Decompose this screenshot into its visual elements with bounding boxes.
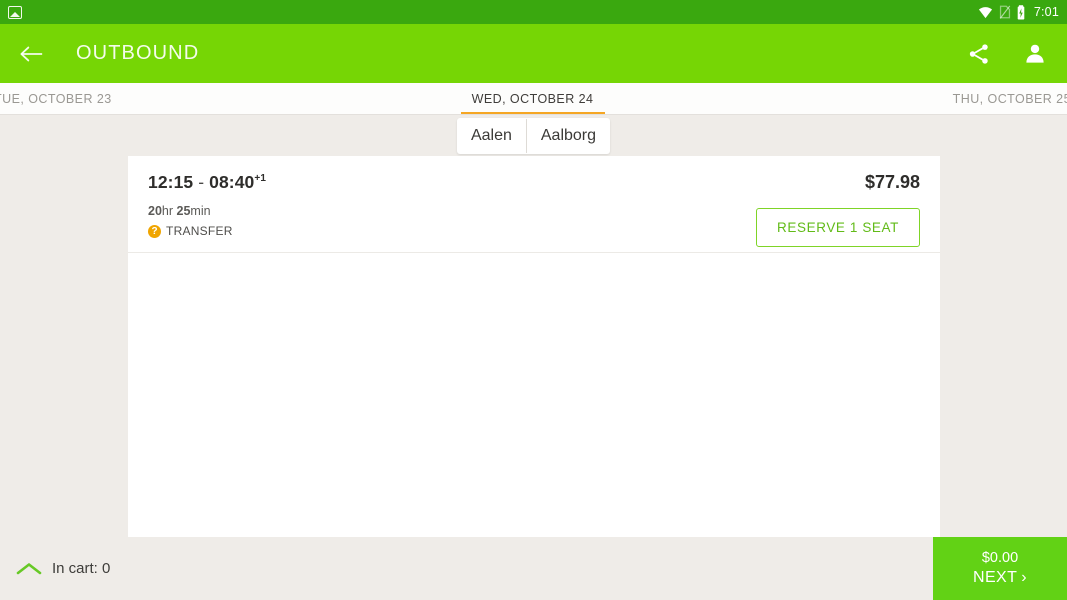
share-icon[interactable] xyxy=(965,40,993,68)
date-tab-next[interactable]: THU, OCTOBER 25 xyxy=(712,92,1067,114)
no-sim-signal-icon xyxy=(999,5,1011,19)
trip-card-header: 12:15 - 08:40+1 $77.98 xyxy=(148,172,920,193)
chevron-right-icon: › xyxy=(1021,568,1027,586)
battery-charging-icon xyxy=(1017,4,1025,20)
status-bar: 7:01 xyxy=(0,0,1067,24)
card-divider xyxy=(128,252,940,253)
status-bar-clock: 7:01 xyxy=(1033,5,1059,19)
next-total-price: $0.00 xyxy=(981,550,1019,567)
cart-summary[interactable]: In cart: 0 xyxy=(0,560,110,577)
screenshot-image-icon xyxy=(8,5,22,19)
app-root: 7:01 OUTBOUND TUE, OCTOBER 23 WED, OCTOB… xyxy=(0,0,1067,600)
chevron-up-icon[interactable] xyxy=(16,561,42,577)
account-person-icon[interactable] xyxy=(1021,40,1049,68)
bottom-bar: In cart: 0 $0.00 NEXT › xyxy=(0,537,1067,600)
question-mark-icon: ? xyxy=(148,224,161,238)
date-tab-bar: TUE, OCTOBER 23 WED, OCTOBER 24 THU, OCT… xyxy=(0,83,1067,115)
back-arrow-icon[interactable] xyxy=(18,40,46,68)
page-title: OUTBOUND xyxy=(76,42,200,64)
route-origin: Aalen xyxy=(470,127,512,144)
route-destination: Aalborg xyxy=(540,127,597,144)
status-bar-system-icons: 7:01 xyxy=(978,4,1059,20)
app-bar-actions xyxy=(965,40,1049,68)
next-text: NEXT xyxy=(972,568,1018,586)
transfer-label: TRANSFER xyxy=(166,224,233,238)
route-chip-container: Aalen Aalborg xyxy=(0,118,1067,154)
trip-duration-hours: 20 xyxy=(148,204,162,218)
wifi-icon xyxy=(978,6,992,18)
route-chip[interactable]: Aalen Aalborg xyxy=(456,118,611,154)
trip-arrive-time: 08:40 xyxy=(209,172,255,192)
date-tab-previous[interactable]: TUE, OCTOBER 23 xyxy=(0,92,353,114)
trip-day-offset: +1 xyxy=(254,173,266,185)
trip-time-separator: - xyxy=(193,172,210,192)
status-bar-notifications xyxy=(8,5,22,19)
trip-duration-minutes: 25 xyxy=(176,204,191,218)
reserve-seat-button[interactable]: RESERVE 1 SEAT xyxy=(756,208,920,247)
trip-depart-time: 12:15 xyxy=(148,172,194,192)
trip-times: 12:15 - 08:40+1 xyxy=(148,172,266,193)
trip-duration-hours-unit: hr xyxy=(161,204,174,218)
date-tab-current[interactable]: WED, OCTOBER 24 xyxy=(353,92,712,114)
app-bar: OUTBOUND xyxy=(0,24,1067,83)
next-button-label: NEXT › xyxy=(973,568,1027,588)
trip-price: $77.98 xyxy=(864,172,920,192)
results-panel: 12:15 - 08:40+1 $77.98 20hr 25min ? TRAN… xyxy=(128,156,940,537)
cart-count-label: In cart: 0 xyxy=(52,560,111,577)
next-button[interactable]: $0.00 NEXT › xyxy=(933,537,1067,600)
trip-result-card[interactable]: 12:15 - 08:40+1 $77.98 20hr 25min ? TRAN… xyxy=(128,156,940,252)
trip-duration-minutes-unit: min xyxy=(190,204,211,218)
